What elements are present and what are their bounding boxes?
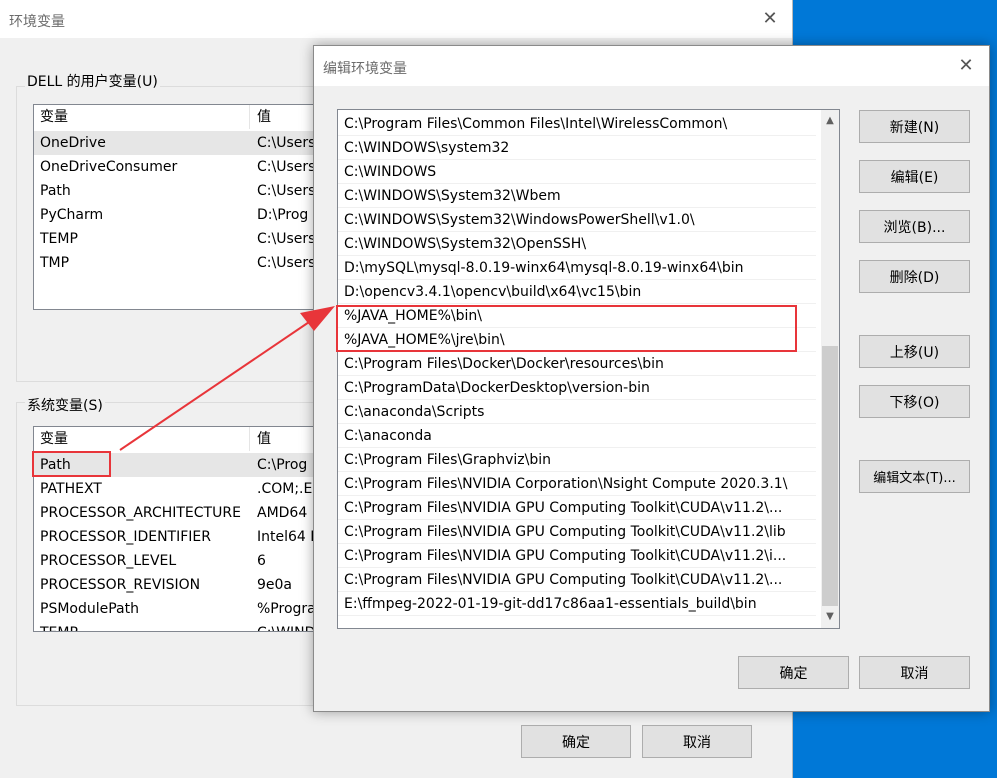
table-row[interactable]: Path C:\Prog (34, 453, 334, 477)
list-item[interactable]: C:\anaconda\Scripts (338, 400, 816, 424)
vertical-scrollbar[interactable]: ▲ ▼ (821, 110, 839, 628)
system-list-header: 变量 值 (34, 427, 334, 451)
table-row[interactable]: Path C:\Users (34, 179, 334, 203)
scroll-thumb[interactable] (822, 346, 838, 606)
edit-text-button[interactable]: 编辑文本(T)... (859, 460, 970, 493)
user-variables-list[interactable]: 变量 值 OneDrive C:\Users OneDriveConsumer … (33, 104, 335, 310)
list-item[interactable]: D:\opencv3.4.1\opencv\build\x64\vc15\bin (338, 280, 816, 304)
list-item[interactable]: C:\ProgramData\DockerDesktop\version-bin (338, 376, 816, 400)
user-variables-label: DELL 的用户变量(U) (25, 71, 160, 91)
list-item[interactable]: C:\WINDOWS\system32 (338, 136, 816, 160)
list-item[interactable]: C:\WINDOWS\System32\Wbem (338, 184, 816, 208)
list-item[interactable]: C:\WINDOWS\System32\WindowsPowerShell\v1… (338, 208, 816, 232)
edit-environment-variable-dialog: 编辑环境变量 ✕ C:\Program Files\Common Files\I… (313, 45, 990, 712)
list-item[interactable]: C:\WINDOWS (338, 160, 816, 184)
edit-cancel-button[interactable]: 取消 (859, 656, 970, 689)
table-row[interactable]: OneDrive C:\Users (34, 131, 334, 155)
move-up-button[interactable]: 上移(U) (859, 335, 970, 368)
table-row[interactable]: PSModulePath %Progra (34, 597, 334, 621)
list-item[interactable]: C:\Program Files\Graphviz\bin (338, 448, 816, 472)
system-variables-label: 系统变量(S) (25, 395, 105, 415)
path-entries-list[interactable]: C:\Program Files\Common Files\Intel\Wire… (337, 109, 840, 629)
chevron-up-icon[interactable]: ▲ (821, 112, 839, 130)
close-icon[interactable]: ✕ (955, 55, 977, 77)
list-item[interactable]: C:\Program Files\NVIDIA GPU Computing To… (338, 520, 816, 544)
list-item[interactable]: C:\WINDOWS\System32\OpenSSH\ (338, 232, 816, 256)
list-item[interactable]: D:\mySQL\mysql-8.0.19-winx64\mysql-8.0.1… (338, 256, 816, 280)
table-row[interactable]: TEMP C:\WIND (34, 621, 334, 631)
list-item[interactable]: C:\Program Files\NVIDIA GPU Computing To… (338, 496, 816, 520)
list-item[interactable]: C:\Program Files\Common Files\Intel\Wire… (338, 112, 816, 136)
table-row[interactable]: TEMP C:\Users (34, 227, 334, 251)
env-titlebar: 环境变量 ✕ (0, 0, 792, 38)
user-list-header: 变量 值 (34, 105, 334, 129)
list-item[interactable]: %JAVA_HOME%\jre\bin\ (338, 328, 816, 352)
list-item[interactable]: %JAVA_HOME%\bin\ (338, 304, 816, 328)
new-button[interactable]: 新建(N) (859, 110, 970, 143)
list-item[interactable]: C:\Program Files\Docker\Docker\resources… (338, 352, 816, 376)
table-row[interactable]: OneDriveConsumer C:\Users (34, 155, 334, 179)
table-row[interactable]: TMP C:\Users (34, 251, 334, 275)
list-item[interactable]: E:\ffmpeg-2022-01-19-git-dd17c86aa1-esse… (338, 592, 816, 616)
edit-dialog-title: 编辑环境变量 (323, 61, 407, 77)
chevron-down-icon[interactable]: ▼ (821, 608, 839, 626)
list-item[interactable]: C:\Program Files\NVIDIA Corporation\Nsig… (338, 472, 816, 496)
env-cancel-button[interactable]: 取消 (642, 725, 752, 758)
edit-button[interactable]: 编辑(E) (859, 160, 970, 193)
table-row[interactable]: PROCESSOR_LEVEL 6 (34, 549, 334, 573)
col-variable-header[interactable]: 变量 (34, 427, 250, 451)
close-icon[interactable]: ✕ (759, 8, 781, 30)
list-item[interactable]: C:\Program Files\NVIDIA GPU Computing To… (338, 568, 816, 592)
edit-ok-button[interactable]: 确定 (738, 656, 849, 689)
table-row[interactable]: PATHEXT .COM;.E (34, 477, 334, 501)
table-row[interactable]: PROCESSOR_REVISION 9e0a (34, 573, 334, 597)
edit-titlebar: 编辑环境变量 ✕ (314, 46, 989, 86)
table-row[interactable]: PyCharm D:\Prog (34, 203, 334, 227)
list-item[interactable]: C:\Program Files\NVIDIA GPU Computing To… (338, 544, 816, 568)
browse-button[interactable]: 浏览(B)... (859, 210, 970, 243)
move-down-button[interactable]: 下移(O) (859, 385, 970, 418)
env-ok-button[interactable]: 确定 (521, 725, 631, 758)
list-item[interactable]: C:\anaconda (338, 424, 816, 448)
env-window-title: 环境变量 (9, 14, 65, 30)
delete-button[interactable]: 删除(D) (859, 260, 970, 293)
table-row[interactable]: PROCESSOR_IDENTIFIER Intel64 F (34, 525, 334, 549)
col-variable-header[interactable]: 变量 (34, 105, 250, 129)
table-row[interactable]: PROCESSOR_ARCHITECTURE AMD64 (34, 501, 334, 525)
system-variables-list[interactable]: 变量 值 Path C:\Prog PATHEXT .COM;.E PROCES… (33, 426, 335, 632)
